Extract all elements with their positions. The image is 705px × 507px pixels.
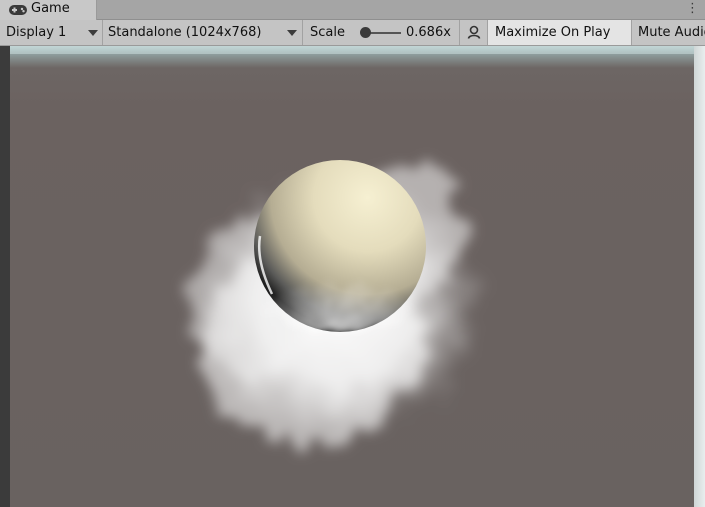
tab-label: Game — [31, 1, 70, 16]
game-viewport[interactable] — [10, 46, 694, 507]
gamepad-icon — [9, 5, 27, 15]
scale-slider-thumb[interactable] — [360, 27, 371, 38]
chevron-down-icon — [88, 30, 98, 36]
tab-bar: Game ⋮ — [0, 0, 705, 20]
resolution-dropdown[interactable]: Standalone (1024x768) — [103, 20, 303, 45]
game-toolbar: Display 1 Standalone (1024x768) Scale 0.… — [0, 20, 705, 46]
display-dropdown[interactable]: Display 1 — [0, 20, 103, 45]
mute-audio-button[interactable]: Mute Audio — [632, 20, 705, 45]
more-vert-icon[interactable]: ⋮ — [686, 0, 699, 18]
resolution-label: Standalone (1024x768) — [108, 25, 262, 40]
scale-control: Scale 0.686x — [303, 20, 460, 45]
scene-render — [10, 46, 694, 446]
user-icon — [467, 25, 481, 39]
display-label: Display 1 — [6, 25, 67, 40]
maximize-label: Maximize On Play — [495, 25, 611, 40]
sphere — [254, 160, 426, 334]
scale-value: 0.686x — [406, 25, 451, 40]
maximize-on-play-button[interactable]: Maximize On Play — [488, 20, 632, 45]
chevron-down-icon — [287, 30, 297, 36]
scale-label: Scale — [310, 25, 345, 40]
user-button[interactable] — [460, 20, 488, 45]
tab-game[interactable]: Game — [0, 0, 97, 20]
mute-label: Mute Audio — [638, 25, 705, 40]
viewport-edge — [694, 46, 705, 507]
